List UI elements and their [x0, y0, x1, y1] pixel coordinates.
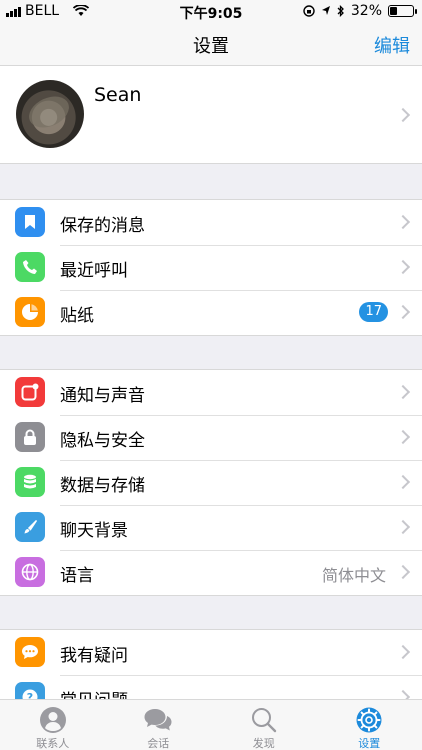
tab-bar: 联系人 会话 发现 设置 [0, 699, 422, 750]
chevron-right-icon [395, 644, 411, 660]
row-label: 常见问题 [60, 686, 128, 700]
tab-label: 会话 [147, 737, 170, 750]
tab-label: 设置 [358, 737, 381, 750]
chevron-right-icon [395, 519, 411, 535]
battery-percent: 32% [350, 3, 382, 19]
chats-icon [143, 706, 173, 734]
nav-bar: 设置 编辑 [0, 22, 422, 66]
location-icon [321, 6, 330, 15]
bookmark-icon [15, 207, 45, 237]
phone-icon [15, 252, 45, 282]
language-value: 简体中文 [321, 566, 386, 585]
row-ask-question[interactable]: 我有疑问 [0, 630, 422, 675]
row-stickers[interactable]: 贴纸 17 [0, 290, 422, 335]
sticker-icon [15, 297, 45, 327]
chevron-right-icon [395, 107, 411, 123]
chevron-right-icon [395, 564, 411, 580]
notification-icon [15, 377, 45, 407]
lock-icon [15, 422, 45, 452]
tab-discover[interactable]: 发现 [211, 700, 317, 750]
page-title: 设置 [193, 36, 229, 57]
tab-label: 联系人 [36, 737, 70, 750]
status-bar: BELL 下午9:05 32% [0, 0, 422, 22]
status-right: 32% [303, 3, 417, 19]
row-language[interactable]: 语言 简体中文 [0, 550, 422, 595]
profile-row[interactable]: Sean [0, 66, 422, 164]
orientation-lock-icon [303, 5, 315, 17]
row-label: 语言 [60, 566, 94, 586]
gear-icon [354, 706, 384, 734]
database-icon [15, 467, 45, 497]
row-notifications[interactable]: 通知与声音 [0, 370, 422, 415]
chevron-right-icon [395, 214, 411, 230]
row-privacy[interactable]: 隐私与安全 [0, 415, 422, 460]
row-faq[interactable]: ? 常见问题 [0, 675, 422, 700]
count-badge: 17 [359, 302, 388, 322]
tab-contacts[interactable]: 联系人 [0, 700, 106, 750]
row-recent-calls[interactable]: 最近呼叫 [0, 245, 422, 290]
battery-icon [388, 5, 417, 17]
row-label: 通知与声音 [60, 386, 145, 406]
row-label: 聊天背景 [60, 521, 128, 541]
avatar [16, 80, 84, 148]
search-icon [249, 706, 279, 734]
bluetooth-icon [337, 5, 344, 17]
profile-name: Sean [94, 84, 142, 106]
person-icon [38, 706, 68, 734]
row-label: 最近呼叫 [60, 261, 128, 281]
row-label: 数据与存储 [60, 476, 145, 496]
row-label: 隐私与安全 [60, 431, 145, 451]
chevron-right-icon [395, 304, 411, 320]
tab-label: 发现 [252, 737, 275, 750]
chat-bubble-icon [15, 637, 45, 667]
row-saved-messages[interactable]: 保存的消息 [0, 200, 422, 245]
tab-settings[interactable]: 设置 [317, 700, 422, 750]
row-label: 保存的消息 [60, 216, 145, 236]
question-icon: ? [15, 682, 45, 700]
chevron-right-icon [395, 429, 411, 445]
row-data-storage[interactable]: 数据与存储 [0, 460, 422, 505]
settings-group-3: 我有疑问 ? 常见问题 [0, 629, 422, 700]
settings-group-2: 通知与声音 隐私与安全 数据与存储 聊天背景 语言 简体中文 [0, 369, 422, 596]
settings-group-1: 保存的消息 最近呼叫 贴纸 17 [0, 199, 422, 336]
globe-icon [15, 557, 45, 587]
row-label: 我有疑问 [60, 646, 128, 666]
row-chat-background[interactable]: 聊天背景 [0, 505, 422, 550]
chevron-right-icon [395, 384, 411, 400]
edit-button[interactable]: 编辑 [374, 32, 410, 58]
tab-chats[interactable]: 会话 [106, 700, 212, 750]
chevron-right-icon [395, 259, 411, 275]
brush-icon [15, 512, 45, 542]
row-label: 贴纸 [60, 306, 94, 326]
chevron-right-icon [395, 474, 411, 490]
